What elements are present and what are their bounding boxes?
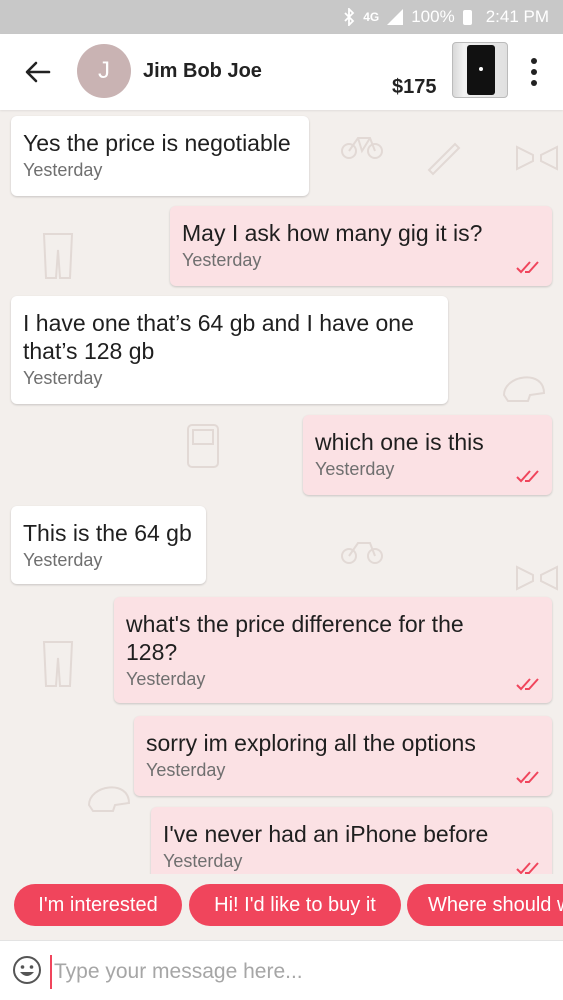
quick-reply-chip[interactable]: I'm interested xyxy=(14,884,182,926)
jeans-doodle-icon xyxy=(42,233,74,279)
helmet-doodle-icon xyxy=(502,376,546,402)
read-receipt-icon xyxy=(516,470,539,483)
listing-price: $175 xyxy=(392,76,437,98)
message-time: Yesterday xyxy=(23,160,103,180)
helmet-doodle-icon-2 xyxy=(87,786,131,812)
product-thumbnail[interactable] xyxy=(452,42,508,98)
message-outgoing[interactable]: sorry im exploring all the options Yeste… xyxy=(134,716,552,796)
message-time: Yesterday xyxy=(23,550,103,570)
read-receipt-icon xyxy=(516,771,539,784)
message-outgoing[interactable]: which one is this Yesterday xyxy=(303,415,552,495)
gameboy-doodle-icon xyxy=(187,424,219,468)
battery-icon xyxy=(462,9,472,25)
quick-replies: I'm interested Hi! I'd like to buy it Wh… xyxy=(0,884,563,926)
chat-header: J Jim Bob Joe $175 xyxy=(0,34,563,110)
message-input-bar xyxy=(0,940,563,1000)
message-outgoing[interactable]: I've never had an iPhone before Yesterda… xyxy=(151,807,552,874)
bowtie-doodle-icon-2 xyxy=(516,565,558,591)
message-time: Yesterday xyxy=(126,669,206,689)
message-text: May I ask how many gig it is? xyxy=(182,220,483,246)
message-text: I've never had an iPhone before xyxy=(163,821,489,847)
read-receipt-icon xyxy=(516,261,539,274)
bicycle-doodle-icon-2 xyxy=(341,542,383,564)
bowtie-doodle-icon xyxy=(516,145,558,171)
message-input[interactable] xyxy=(50,955,536,989)
contact-name[interactable]: Jim Bob Joe xyxy=(143,60,262,83)
jeans-doodle-icon-2 xyxy=(42,641,74,687)
message-incoming[interactable]: I have one that’s 64 gb and I have one t… xyxy=(11,296,448,404)
battery-level: 100% xyxy=(411,7,455,26)
status-bar: 4G 100% 2:41 PM xyxy=(0,0,563,34)
message-text: sorry im exploring all the options xyxy=(146,730,476,756)
screen-glint xyxy=(479,67,483,71)
message-time: Yesterday xyxy=(146,760,226,780)
read-receipt-icon xyxy=(516,678,539,691)
bluetooth-icon xyxy=(343,8,355,26)
clock: 2:41 PM xyxy=(485,7,549,26)
message-text: Yes the price is negotiable xyxy=(23,130,291,156)
quick-reply-chip[interactable]: Hi! I'd like to buy it xyxy=(189,884,401,926)
more-options-icon xyxy=(531,58,537,64)
back-arrow-icon xyxy=(25,61,51,83)
network-type: 4G xyxy=(363,10,380,24)
chat-area[interactable]: Yes the price is negotiable Yesterday Ma… xyxy=(0,110,563,874)
message-time: Yesterday xyxy=(315,459,395,479)
message-time: Yesterday xyxy=(182,250,262,270)
message-time: Yesterday xyxy=(23,368,103,388)
signal-icon xyxy=(387,9,404,25)
back-button[interactable] xyxy=(20,54,56,90)
message-incoming[interactable]: Yes the price is negotiable Yesterday xyxy=(11,116,309,196)
message-outgoing[interactable]: May I ask how many gig it is? Yesterday xyxy=(170,206,552,286)
message-time: Yesterday xyxy=(163,851,243,871)
avatar[interactable]: J xyxy=(77,44,131,98)
message-text: This is the 64 gb xyxy=(23,520,192,546)
message-text: I have one that’s 64 gb and I have one t… xyxy=(23,310,414,364)
message-outgoing[interactable]: what's the price difference for the 128?… xyxy=(114,597,552,703)
message-text: which one is this xyxy=(315,429,484,455)
trumpet-doodle-icon xyxy=(427,142,461,176)
emoji-icon[interactable] xyxy=(12,955,42,985)
more-options-button[interactable] xyxy=(522,56,546,88)
message-incoming[interactable]: This is the 64 gb Yesterday xyxy=(11,506,206,584)
message-text: what's the price difference for the 128? xyxy=(126,611,464,665)
bicycle-doodle-icon xyxy=(341,137,383,159)
quick-reply-chip[interactable]: Where should we meet? xyxy=(407,884,563,926)
read-receipt-icon xyxy=(516,862,539,874)
